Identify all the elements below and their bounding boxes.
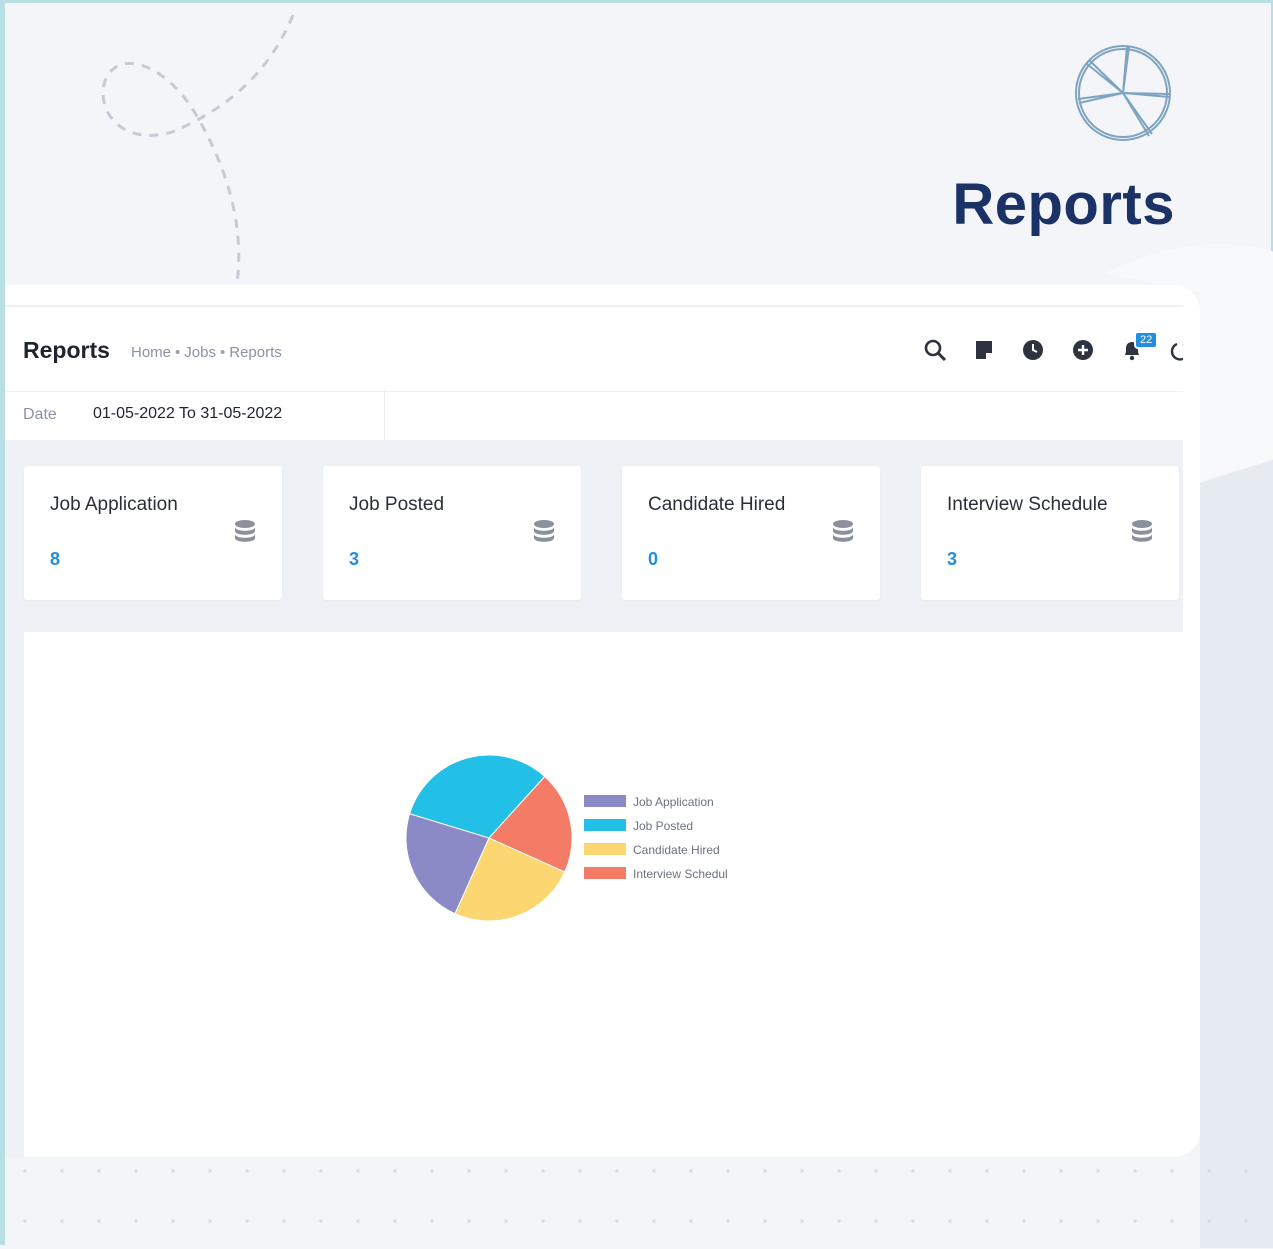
- card-job-application[interactable]: Job Application 8: [24, 466, 282, 600]
- legend-label[interactable]: Interview Schedul: [633, 867, 728, 881]
- legend-swatch: [584, 867, 626, 879]
- breadcrumb-home[interactable]: Home: [131, 344, 171, 361]
- card-value: 3: [349, 549, 360, 569]
- date-label: Date: [23, 406, 57, 423]
- card-label: Interview Schedule: [947, 494, 1108, 515]
- breadcrumb-jobs[interactable]: Jobs: [184, 344, 216, 361]
- legend-label[interactable]: Job Application: [633, 795, 714, 809]
- clock-icon[interactable]: [1020, 337, 1046, 363]
- pie-chart-outline-icon: [1075, 45, 1171, 141]
- reports-panel: Reports Home • Jobs • Reports 22 Date 01…: [5, 285, 1200, 1157]
- plus-circle-icon[interactable]: [1070, 337, 1096, 363]
- search-icon[interactable]: [922, 337, 948, 363]
- card-value: 3: [947, 549, 958, 569]
- note-icon[interactable]: [971, 337, 997, 363]
- dotted-pattern: [23, 1169, 1248, 1223]
- chart-card: Job Application Job Posted Candidate Hired…: [24, 632, 1183, 1157]
- database-icon: [1132, 520, 1152, 542]
- pie-chart: Job Application Job Posted Candidate Hired…: [405, 754, 728, 922]
- date-filter-bar: Date 01-05-2022 To 31-05-2022: [5, 390, 1183, 441]
- card-label: Candidate Hired: [648, 494, 786, 515]
- card-label: Job Application: [50, 494, 178, 515]
- legend-swatch: [584, 795, 626, 807]
- breadcrumb-reports: Reports: [229, 344, 282, 361]
- card-interview-schedule[interactable]: Interview Schedule 3: [921, 466, 1179, 600]
- legend-swatch: [584, 843, 626, 855]
- header-bar: Reports Home • Jobs • Reports 22: [5, 305, 1183, 392]
- card-label: Job Posted: [349, 494, 445, 515]
- notification-badge: 22: [1134, 331, 1159, 349]
- hero-title: Reports: [952, 172, 1175, 237]
- database-icon: [235, 520, 255, 542]
- breadcrumb: Home • Jobs • Reports: [131, 344, 282, 361]
- card-job-posted[interactable]: Job Posted 3: [323, 466, 581, 600]
- date-range-field[interactable]: 01-05-2022 To 31-05-2022: [93, 405, 282, 423]
- legend-label[interactable]: Job Posted: [633, 819, 693, 833]
- card-value: 8: [50, 549, 61, 569]
- legend-label[interactable]: Candidate Hired: [633, 843, 720, 857]
- card-value: 0: [648, 549, 659, 569]
- power-icon[interactable]: [1167, 337, 1183, 363]
- legend-swatch: [584, 819, 626, 831]
- card-candidate-hired[interactable]: Candidate Hired 0: [622, 466, 880, 600]
- divider: [384, 390, 385, 440]
- database-icon: [534, 520, 554, 542]
- page-title: Reports: [23, 337, 110, 363]
- database-icon: [833, 520, 853, 542]
